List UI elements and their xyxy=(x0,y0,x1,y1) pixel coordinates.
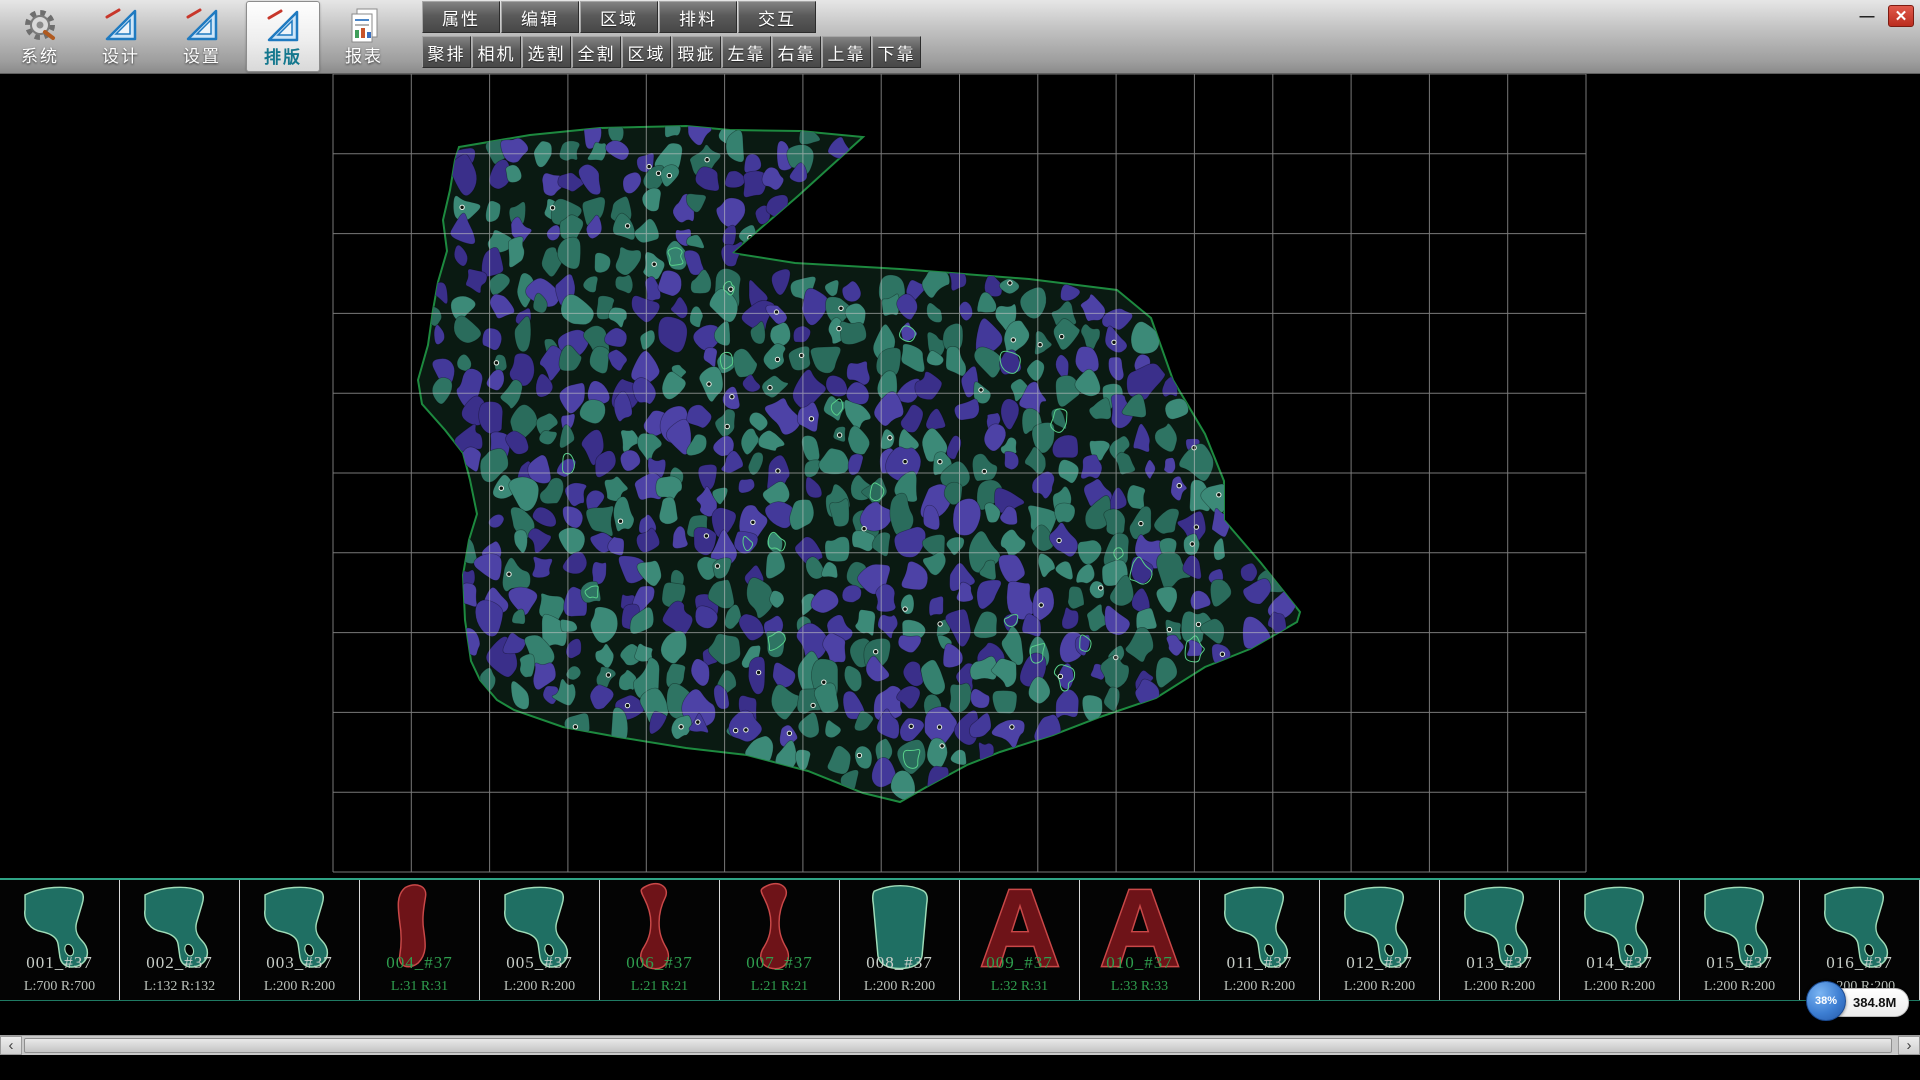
piece-name-label: 004_#37 xyxy=(360,953,479,973)
toolbar-button-label: 设计 xyxy=(102,47,140,67)
app-toolbar-buttons: 系统 设计 设置 排版 报表 xyxy=(3,1,401,73)
piece-thumbnail[interactable]: 010_#37 L:33 R:33 xyxy=(1080,880,1200,1000)
menu-actions: 聚排相机选割全割区域瑕疵左靠右靠上靠下靠 xyxy=(422,33,921,68)
piece-name-label: 013_#37 xyxy=(1440,953,1559,973)
toolbar-button-label: 设置 xyxy=(183,47,221,67)
menu-area: 属性编辑区域排料交互 聚排相机选割全割区域瑕疵左靠右靠上靠下靠 xyxy=(422,0,921,68)
piece-thumbnail[interactable]: 001_#37 L:700 R:700 xyxy=(0,880,120,1000)
piece-lr-label: L:200 R:200 xyxy=(1440,979,1559,995)
toolbar-button-设计[interactable]: 设计 xyxy=(84,1,158,72)
toolbar-button-报表[interactable]: 报表 xyxy=(327,1,401,72)
status-bar: 384.8M 38% xyxy=(1806,981,1918,1021)
piece-name-label: 003_#37 xyxy=(240,953,359,973)
scrollbar-track[interactable] xyxy=(22,1036,1898,1055)
piece-name-label: 015_#37 xyxy=(1680,953,1799,973)
piece-lr-label: L:200 R:200 xyxy=(1200,979,1319,995)
report-icon xyxy=(342,3,386,47)
toolbar-button-label: 报表 xyxy=(345,47,383,67)
piece-name-label: 001_#37 xyxy=(0,953,119,973)
set-square-icon xyxy=(261,4,305,48)
piece-name-label: 012_#37 xyxy=(1320,953,1439,973)
piece-thumbnail[interactable]: 004_#37 L:31 R:31 xyxy=(360,880,480,1000)
menu-action-button[interactable]: 左靠 xyxy=(722,36,771,68)
piece-thumbnail[interactable]: 011_#37 L:200 R:200 xyxy=(1200,880,1320,1000)
piece-thumbnail[interactable]: 005_#37 L:200 R:200 xyxy=(480,880,600,1000)
menu-tab[interactable]: 编辑 xyxy=(501,1,579,33)
piece-lr-label: L:700 R:700 xyxy=(0,979,119,995)
piece-thumbnail[interactable]: 013_#37 L:200 R:200 xyxy=(1440,880,1560,1000)
menu-tab[interactable]: 交互 xyxy=(738,1,816,33)
piece-name-label: 011_#37 xyxy=(1200,953,1319,973)
piece-name-label: 002_#37 xyxy=(120,953,239,973)
piece-name-label: 014_#37 xyxy=(1560,953,1679,973)
toolbar-button-系统[interactable]: 系统 xyxy=(3,1,77,72)
menu-action-button[interactable]: 区域 xyxy=(622,36,671,68)
menu-action-button[interactable]: 选割 xyxy=(522,36,571,68)
menu-action-button[interactable]: 右靠 xyxy=(772,36,821,68)
memory-percent-badge[interactable]: 38% xyxy=(1806,981,1846,1021)
close-button[interactable]: ✕ xyxy=(1888,5,1914,27)
piece-name-label: 016_#37 xyxy=(1800,953,1919,973)
menu-tab[interactable]: 排料 xyxy=(659,1,737,33)
piece-thumbnail[interactable]: 003_#37 L:200 R:200 xyxy=(240,880,360,1000)
menu-action-button[interactable]: 相机 xyxy=(472,36,521,68)
menu-action-button[interactable]: 下靠 xyxy=(872,36,921,68)
piece-thumbnail[interactable]: 009_#37 L:32 R:31 xyxy=(960,880,1080,1000)
piece-name-label: 006_#37 xyxy=(600,953,719,973)
minimize-button[interactable]: — xyxy=(1854,5,1880,27)
piece-lr-label: L:200 R:200 xyxy=(1320,979,1439,995)
window-controls: — ✕ xyxy=(1854,5,1914,27)
menu-action-button[interactable]: 上靠 xyxy=(822,36,871,68)
piece-lr-label: L:200 R:200 xyxy=(1560,979,1679,995)
piece-lr-label: L:33 R:33 xyxy=(1080,979,1199,995)
gear-icon xyxy=(18,3,62,47)
menu-tab[interactable]: 属性 xyxy=(422,1,500,33)
set-square-icon xyxy=(99,3,143,47)
menu-action-button[interactable]: 聚排 xyxy=(422,36,471,68)
menu-tab[interactable]: 区域 xyxy=(580,1,658,33)
piece-thumbnail[interactable]: 007_#37 L:21 R:21 xyxy=(720,880,840,1000)
menu-action-button[interactable]: 全割 xyxy=(572,36,621,68)
piece-lr-label: L:21 R:21 xyxy=(720,979,839,995)
piece-lr-label: L:200 R:200 xyxy=(1680,979,1799,995)
piece-thumbnail[interactable]: 008_#37 L:200 R:200 xyxy=(840,880,960,1000)
nesting-canvas-svg xyxy=(0,74,1920,878)
piece-name-label: 009_#37 xyxy=(960,953,1079,973)
piece-name-label: 005_#37 xyxy=(480,953,599,973)
toolbar-button-label: 排版 xyxy=(264,48,302,68)
piece-name-label: 010_#37 xyxy=(1080,953,1199,973)
piece-thumbnail[interactable]: 002_#37 L:132 R:132 xyxy=(120,880,240,1000)
scroll-left-arrow[interactable]: ‹ xyxy=(0,1036,22,1055)
nesting-canvas[interactable] xyxy=(0,74,1920,878)
piece-lr-label: L:32 R:31 xyxy=(960,979,1079,995)
piece-lr-label: L:200 R:200 xyxy=(240,979,359,995)
titlebar: 系统设计设置排版报表 属性编辑区域排料交互 聚排相机选割全割区域瑕疵左靠右靠上靠… xyxy=(0,0,1920,74)
menu-tabs: 属性编辑区域排料交互 xyxy=(422,0,921,33)
horizontal-scrollbar: ‹ › xyxy=(0,1035,1920,1055)
piece-lr-label: L:200 R:200 xyxy=(840,979,959,995)
pieces-strip: 001_#37 L:700 R:700002_#37 L:132 R:132003_… xyxy=(0,878,1920,1001)
piece-lr-label: L:31 R:31 xyxy=(360,979,479,995)
piece-lr-label: L:21 R:21 xyxy=(600,979,719,995)
set-square-icon xyxy=(180,3,224,47)
toolbar-button-设置[interactable]: 设置 xyxy=(165,1,239,72)
piece-thumbnail[interactable]: 006_#37 L:21 R:21 xyxy=(600,880,720,1000)
toolbar-button-label: 系统 xyxy=(21,47,59,67)
piece-lr-label: L:200 R:200 xyxy=(480,979,599,995)
scrollbar-thumb[interactable] xyxy=(24,1038,1892,1053)
menu-action-button[interactable]: 瑕疵 xyxy=(672,36,721,68)
toolbar-button-排版[interactable]: 排版 xyxy=(246,1,320,72)
piece-thumbnail[interactable]: 012_#37 L:200 R:200 xyxy=(1320,880,1440,1000)
piece-lr-label: L:132 R:132 xyxy=(120,979,239,995)
scroll-right-arrow[interactable]: › xyxy=(1898,1036,1920,1055)
bottom-filler xyxy=(0,1055,1920,1080)
piece-name-label: 007_#37 xyxy=(720,953,839,973)
piece-thumbnail[interactable]: 014_#37 L:200 R:200 xyxy=(1560,880,1680,1000)
piece-thumbnail[interactable]: 015_#37 L:200 R:200 xyxy=(1680,880,1800,1000)
piece-name-label: 008_#37 xyxy=(840,953,959,973)
